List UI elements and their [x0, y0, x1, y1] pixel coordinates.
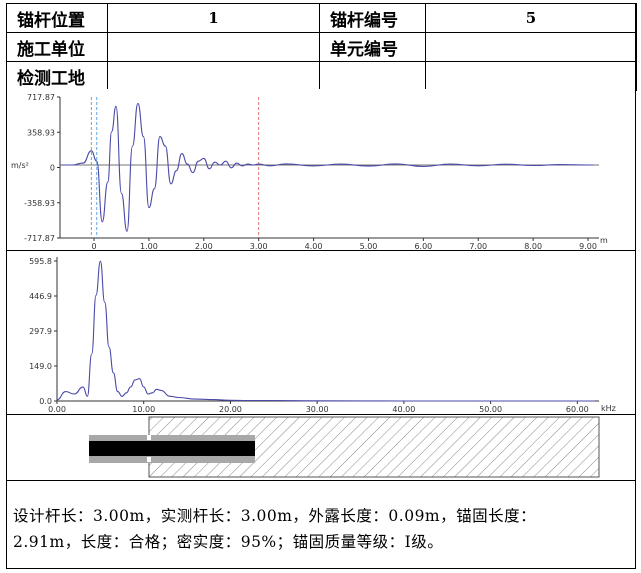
- anchor-bar: [89, 441, 255, 456]
- time-xtick-label: 3.00: [250, 242, 268, 249]
- time-ytick-label: 717.87: [27, 93, 55, 102]
- test-site-label: 检测工地: [6, 61, 108, 91]
- anchor-position-value: 1: [107, 3, 320, 33]
- freq-xtick-label: 20.00: [219, 405, 242, 413]
- summary-text: 设计杆长：3.00m，实测杆长：3.00m，外露长度：0.09m，锚固长度： 2…: [6, 481, 636, 569]
- time-chart: m/s² m 717.87 358.93 0 -358.93 -717.87 0 1.00…: [11, 93, 608, 251]
- freq-ytick-label: 149.0: [29, 362, 52, 371]
- time-waveform-series: [61, 102, 594, 232]
- time-xtick-label: 4.00: [305, 242, 323, 249]
- freq-chart-panel: kHz 595.8 446.9 297.9 149.0 0.0 0.00 10.00 20.…: [6, 251, 636, 415]
- freq-xtick-label: 40.00: [392, 405, 415, 413]
- anchor-position-label: 锚杆位置: [6, 3, 108, 33]
- anchor-number-label: 锚杆编号: [319, 3, 426, 33]
- freq-ytick-label: 446.9: [29, 292, 52, 301]
- test-site-value: [107, 61, 320, 91]
- freq-xtick-label: 60.00: [566, 405, 589, 413]
- info-empty-cell-a: [319, 61, 426, 91]
- time-xtick-label: 1.00: [140, 242, 158, 249]
- time-ytick-label: 358.93: [27, 128, 55, 137]
- time-xtick-label: 6.00: [414, 242, 432, 249]
- defect-mark-bottom: [147, 457, 151, 462]
- info-row-2: 施工单位 单元编号: [6, 32, 637, 62]
- anchor-diagram-panel: [6, 415, 636, 481]
- time-xtick-label: 2.00: [195, 242, 213, 249]
- freq-xtick-label: 10.00: [132, 405, 155, 413]
- unit-number-label: 单元编号: [319, 32, 426, 62]
- time-ytick-label: -358.93: [24, 199, 55, 208]
- freq-xtick-label: 50.00: [479, 405, 502, 413]
- construction-unit-label: 施工单位: [6, 32, 108, 62]
- time-ylabel: m/s²: [11, 161, 29, 170]
- freq-ytick-label: 595.8: [29, 257, 52, 266]
- time-chart-panel: m/s² m 717.87 358.93 0 -358.93 -717.87 0 1.00…: [6, 89, 636, 251]
- time-xtick-label: 8.00: [524, 242, 542, 249]
- time-xtick-label: 5.00: [360, 242, 378, 249]
- anchor-diagram: [89, 416, 600, 478]
- freq-xtick-label: 0.00: [48, 405, 66, 413]
- info-row-1: 锚杆位置 1 锚杆编号 5: [6, 3, 637, 33]
- unit-number-value: [425, 32, 637, 62]
- time-x-unit: m: [600, 236, 608, 245]
- info-empty-cell-b: [425, 61, 637, 91]
- summary-line-2: 2.91m，长度：合格；密实度：95%；锚固质量等级：Ⅰ级。: [13, 533, 444, 551]
- time-xtick-label: 7.00: [469, 242, 487, 249]
- freq-chart: kHz 595.8446.9297.9149.00.0 0.00 10.00 20.…: [29, 257, 616, 414]
- freq-ytick-label: 297.9: [29, 327, 52, 336]
- info-row-3: 检测工地: [6, 61, 637, 91]
- time-ytick-label: -717.87: [24, 234, 55, 243]
- freq-x-unit: kHz: [601, 404, 616, 413]
- construction-unit-value: [107, 32, 320, 62]
- time-xtick-label: 0: [91, 242, 96, 249]
- time-xtick-label: 9.00: [579, 242, 597, 249]
- defect-mark-top: [147, 435, 151, 440]
- anchor-number-value: 5: [425, 3, 637, 33]
- freq-xtick-label: 30.00: [306, 405, 329, 413]
- info-table: 锚杆位置 1 锚杆编号 5 施工单位 单元编号 检测工地: [6, 3, 637, 91]
- time-ytick-label: 0: [50, 164, 55, 173]
- freq-spectrum-series: [56, 260, 595, 402]
- summary-line-1: 设计杆长：3.00m，实测杆长：3.00m，外露长度：0.09m，锚固长度：: [13, 507, 537, 525]
